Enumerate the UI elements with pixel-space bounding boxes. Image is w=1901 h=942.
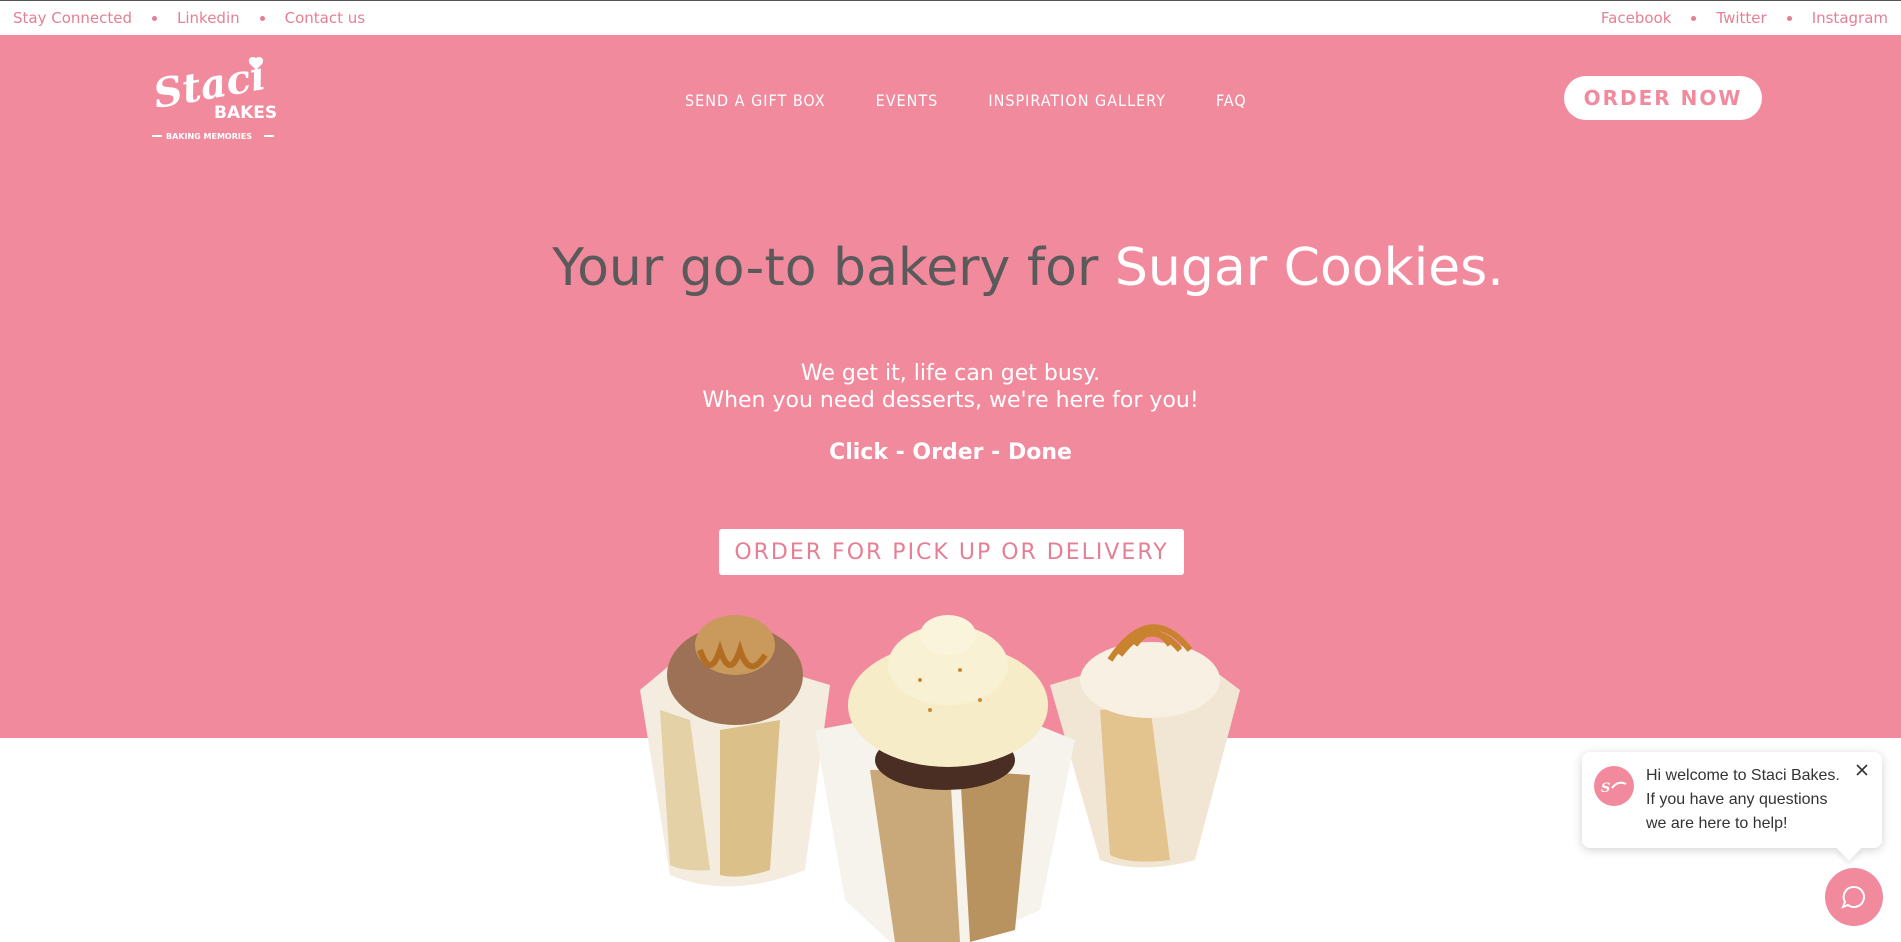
nav-item-inspiration-gallery[interactable]: INSPIRATION GALLERY [988, 91, 1166, 110]
nav-item-events[interactable]: EVENTS [876, 91, 939, 110]
dot-icon [1691, 15, 1697, 21]
close-icon[interactable] [1854, 762, 1870, 778]
staci-bakes-logo[interactable]: Staci BAKES BAKING MEMORIES [150, 52, 280, 144]
chat-avatar: S [1594, 766, 1634, 806]
top-utility-bar: Stay Connected Linkedin Contact us Faceb… [0, 0, 1901, 35]
headline-prefix: Your go-to bakery for [552, 238, 1115, 298]
dot-icon [1786, 15, 1792, 21]
stay-connected-link[interactable]: Stay Connected [13, 9, 132, 27]
subtext-line-1: We get it, life can get busy. [800, 361, 1101, 386]
hero-headline: Your go-to bakery for Sugar Cookies. [0, 238, 1901, 298]
twitter-link[interactable]: Twitter [1716, 9, 1766, 27]
logo-word: BAKES [214, 103, 277, 123]
facebook-link[interactable]: Facebook [1601, 9, 1671, 27]
cupcakes-image [640, 615, 1240, 942]
chat-message: Hi welcome to Staci Bakes. If you have a… [1646, 764, 1856, 836]
topbar-right-links: Facebook Twitter Instagram [1601, 9, 1888, 27]
dot-icon [152, 15, 158, 21]
order-now-button[interactable]: ORDER NOW [1564, 76, 1762, 120]
svg-text:S: S [1601, 781, 1610, 796]
hero-subtext: We get it, life can get busy. When you n… [0, 360, 1901, 414]
cupcake-center [815, 615, 1075, 942]
cupcake-right [1050, 624, 1240, 868]
chat-line-2: If you have any questions [1646, 791, 1828, 808]
nav-item-send-a-gift-box[interactable]: SEND A GIFT BOX [685, 91, 826, 110]
main-nav: SEND A GIFT BOX EVENTS INSPIRATION GALLE… [685, 85, 1247, 115]
staci-avatar-icon: S [1601, 781, 1627, 796]
linkedin-link[interactable]: Linkedin [177, 9, 240, 27]
chat-launcher-button[interactable] [1825, 868, 1883, 926]
chat-line-1: Hi welcome to Staci Bakes. [1646, 767, 1840, 784]
subtext-line-2: When you need desserts, we're here for y… [702, 388, 1199, 413]
logo-tagline: BAKING MEMORIES [166, 132, 252, 141]
chat-bubble-icon [1841, 885, 1865, 909]
chat-line-3: we are here to help! [1646, 815, 1788, 832]
instagram-link[interactable]: Instagram [1812, 9, 1888, 27]
cupcake-left [640, 615, 830, 887]
hero-tagline: Click - Order - Done [829, 440, 1072, 465]
contact-us-link[interactable]: Contact us [285, 9, 365, 27]
headline-highlight: Sugar Cookies. [1114, 238, 1504, 298]
nav-item-faq[interactable]: FAQ [1216, 91, 1247, 110]
chat-welcome-bubble: S Hi welcome to Staci Bakes. If you have… [1582, 752, 1882, 848]
topbar-left-links: Stay Connected Linkedin Contact us [13, 9, 365, 27]
order-pickup-delivery-button[interactable]: ORDER FOR PICK UP OR DELIVERY [719, 529, 1184, 575]
dot-icon [259, 15, 265, 21]
